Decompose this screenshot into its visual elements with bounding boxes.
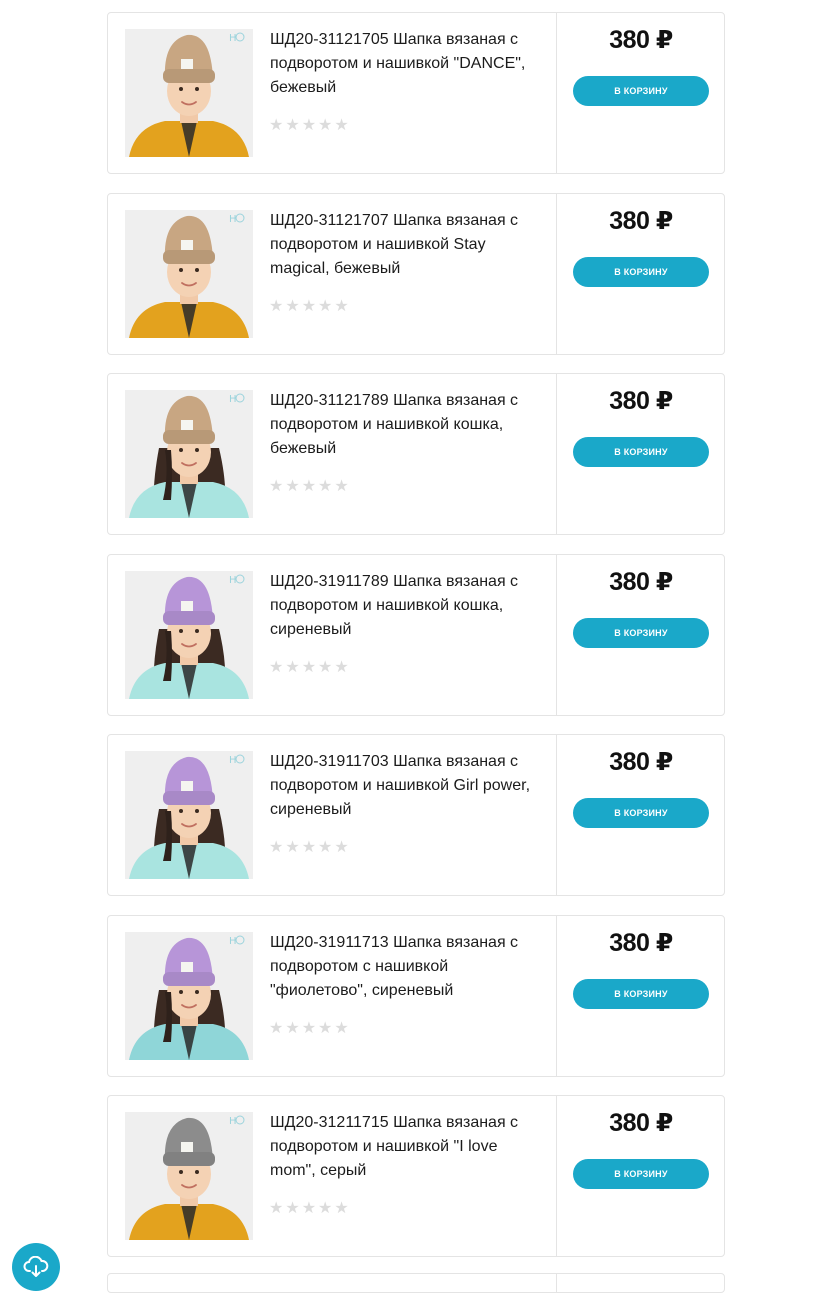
rating-stars[interactable]: ★ ★ ★ ★ ★ <box>269 838 349 856</box>
product-image[interactable]: H <box>125 29 253 157</box>
product-title[interactable]: ШД20-31911703 Шапка вязаная с подворотом… <box>270 750 544 823</box>
star-icon[interactable]: ★ <box>269 477 283 495</box>
cloud-download-button[interactable] <box>12 1243 60 1291</box>
star-icon[interactable]: ★ <box>302 477 316 495</box>
rating-stars[interactable]: ★ ★ ★ ★ ★ <box>269 296 349 315</box>
star-icon[interactable]: ★ <box>302 296 316 315</box>
product-price: 380 ₽ <box>609 1109 673 1137</box>
svg-text:H: H <box>229 936 237 947</box>
svg-text:H: H <box>229 33 237 44</box>
star-icon[interactable]: ★ <box>334 838 348 856</box>
rating-stars[interactable]: ★ ★ ★ ★ ★ <box>269 657 349 676</box>
product-title[interactable]: ШД20-31911713 Шапка вязаная с подворотом… <box>270 931 544 1004</box>
add-to-cart-button[interactable]: В корзину <box>573 617 709 648</box>
product-image[interactable]: H <box>125 570 253 699</box>
product-title[interactable]: ШД20-31211715 Шапка вязаная с подворотом… <box>270 1111 544 1184</box>
product-card[interactable]: H ШД20-31911713 Шапка вязаная с подворот… <box>107 914 725 1077</box>
product-title[interactable]: ШД20-31911789 Шапка вязаная с подворотом… <box>270 570 544 643</box>
star-icon[interactable]: ★ <box>334 1199 348 1217</box>
product-card[interactable]: H ШД20-31121789 Шапка вязаная с подворот… <box>107 373 725 535</box>
product-image[interactable]: H <box>125 390 253 518</box>
product-image[interactable]: H <box>125 209 253 338</box>
product-price: 380 ₽ <box>609 567 673 596</box>
star-icon[interactable]: ★ <box>334 116 348 134</box>
product-title[interactable]: ШД20-31121789 Шапка вязаная с подворотом… <box>270 389 544 462</box>
child-photo: H <box>125 570 253 699</box>
child-photo: H <box>125 751 253 879</box>
product-card[interactable]: H ШД20-31911703 Шапка вязаная с подворот… <box>107 734 725 896</box>
product-price: 380 ₽ <box>609 387 673 415</box>
child-photo: H <box>125 209 253 338</box>
rating-stars[interactable]: ★ ★ ★ ★ ★ <box>269 1018 349 1037</box>
product-image[interactable]: H <box>125 751 253 879</box>
star-icon[interactable]: ★ <box>269 838 283 856</box>
star-icon[interactable]: ★ <box>285 838 299 856</box>
star-icon[interactable]: ★ <box>334 477 348 495</box>
add-to-cart-button[interactable]: В корзину <box>573 437 709 467</box>
star-icon[interactable]: ★ <box>285 657 299 676</box>
star-icon[interactable]: ★ <box>302 1199 316 1217</box>
star-icon[interactable]: ★ <box>318 838 332 856</box>
add-to-cart-button[interactable]: В корзину <box>573 256 709 287</box>
star-icon[interactable]: ★ <box>334 296 348 315</box>
add-to-cart-button[interactable]: В корзину <box>573 978 709 1009</box>
star-icon[interactable]: ★ <box>318 1018 332 1037</box>
star-icon[interactable]: ★ <box>269 296 283 315</box>
product-card[interactable]: H ШД20-31211715 Шапка вязаная с подворот… <box>107 1095 725 1257</box>
star-icon[interactable]: ★ <box>318 1199 332 1217</box>
add-to-cart-button[interactable]: В корзину <box>573 1159 709 1189</box>
star-icon[interactable]: ★ <box>285 116 299 134</box>
add-to-cart-button[interactable]: В корзину <box>573 798 709 828</box>
star-icon[interactable]: ★ <box>269 657 283 676</box>
product-title[interactable]: ШД20-31121707 Шапка вязаная с подворотом… <box>270 209 544 282</box>
product-card-partial <box>107 1273 725 1293</box>
svg-text:H: H <box>229 575 237 586</box>
star-icon[interactable]: ★ <box>285 1199 299 1217</box>
product-card[interactable]: H ШД20-31121707 Шапка вязаная с подворот… <box>107 192 725 355</box>
cloud-download-icon <box>23 1256 49 1277</box>
svg-text:H: H <box>229 1116 237 1127</box>
star-icon[interactable]: ★ <box>269 1018 283 1037</box>
product-price: 380 ₽ <box>609 748 673 776</box>
product-card[interactable]: H ШД20-31121705 Шапка вязаная с подворот… <box>107 12 725 174</box>
add-to-cart-button[interactable]: В корзину <box>573 76 709 106</box>
card-divider <box>556 1274 557 1292</box>
product-card[interactable]: H ШД20-31911789 Шапка вязаная с подворот… <box>107 553 725 716</box>
star-icon[interactable]: ★ <box>269 1199 283 1217</box>
child-photo: H <box>125 390 253 518</box>
product-image[interactable]: H <box>125 1112 253 1240</box>
child-photo: H <box>125 931 253 1060</box>
product-price: 380 ₽ <box>609 26 673 54</box>
star-icon[interactable]: ★ <box>285 296 299 315</box>
product-price: 380 ₽ <box>609 928 673 957</box>
svg-text:H: H <box>229 755 237 766</box>
star-icon[interactable]: ★ <box>302 838 316 856</box>
star-icon[interactable]: ★ <box>302 116 316 134</box>
star-icon[interactable]: ★ <box>302 657 316 676</box>
rating-stars[interactable]: ★ ★ ★ ★ ★ <box>269 1199 349 1217</box>
product-price: 380 ₽ <box>609 206 673 235</box>
rating-stars[interactable]: ★ ★ ★ ★ ★ <box>269 477 349 495</box>
child-photo: H <box>125 1112 253 1240</box>
product-title[interactable]: ШД20-31121705 Шапка вязаная с подворотом… <box>270 28 544 101</box>
star-icon[interactable]: ★ <box>318 296 332 315</box>
child-photo: H <box>125 29 253 157</box>
svg-text:H: H <box>229 214 237 225</box>
star-icon[interactable]: ★ <box>318 477 332 495</box>
star-icon[interactable]: ★ <box>302 1018 316 1037</box>
star-icon[interactable]: ★ <box>269 116 283 134</box>
svg-text:H: H <box>229 394 237 405</box>
star-icon[interactable]: ★ <box>334 1018 348 1037</box>
star-icon[interactable]: ★ <box>318 116 332 134</box>
star-icon[interactable]: ★ <box>334 657 348 676</box>
star-icon[interactable]: ★ <box>285 1018 299 1037</box>
product-image[interactable]: H <box>125 931 253 1060</box>
rating-stars[interactable]: ★ ★ ★ ★ ★ <box>269 116 349 134</box>
star-icon[interactable]: ★ <box>318 657 332 676</box>
star-icon[interactable]: ★ <box>285 477 299 495</box>
